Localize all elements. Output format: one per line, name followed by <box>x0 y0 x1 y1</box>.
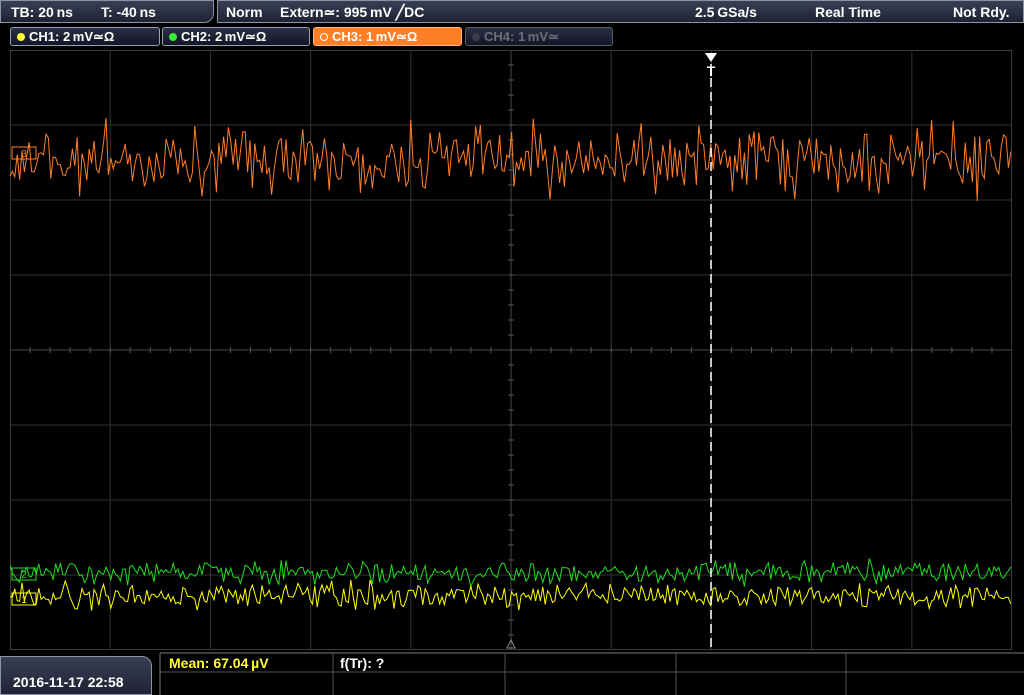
mean-measurement[interactable]: Mean: 67.04 µV <box>169 655 269 671</box>
datetime-panel: 2016-11-17 22:58 <box>0 656 152 695</box>
trigger-mode: Norm <box>226 4 263 20</box>
channel-1-button[interactable]: CH1: 2 mV≃Ω <box>10 27 160 46</box>
channel-2-button[interactable]: CH2: 2 mV≃Ω <box>162 27 310 46</box>
channel-4-dot-icon <box>472 33 480 41</box>
acquisition-state: Not Rdy. <box>953 4 1010 20</box>
status-bar: TB: 20 ns T: -40 ns Norm Extern≃: 995 mV… <box>0 0 1024 24</box>
trigger-source: Extern≃: 995 mV ╱DC <box>280 4 425 20</box>
channel-1-label: CH1: 2 mV≃Ω <box>29 29 115 44</box>
channel-4-button[interactable]: CH4: 1 mV≃ <box>465 27 613 46</box>
channel-row: CH1: 2 mV≃Ω CH2: 2 mV≃Ω CH3: 1 mV≃Ω CH4:… <box>0 25 1024 49</box>
channel-3-button[interactable]: CH3: 1 mV≃Ω <box>313 27 462 46</box>
trigger-time-value: T: -40 ns <box>101 4 156 20</box>
sample-rate: 2.5 GSa/s <box>695 4 757 20</box>
channel-2-dot-icon <box>169 33 177 41</box>
channel-3-marker-label: 3 <box>21 149 27 160</box>
channel-1-marker-label: 1 <box>21 595 27 606</box>
acquisition-mode: Real Time <box>815 4 881 20</box>
timebase-value: TB: 20 ns <box>11 4 73 20</box>
measurement-grid <box>159 652 1024 695</box>
channel-1-dot-icon <box>17 33 25 41</box>
measurement-bar: Mean: 67.04 µV f(Tr): ? <box>0 652 1024 695</box>
channel-3-dot-icon <box>320 33 328 41</box>
frequency-measurement[interactable]: f(Tr): ? <box>340 655 384 671</box>
trigger-panel[interactable]: Norm Extern≃: 995 mV ╱DC 2.5 GSa/s Real … <box>217 0 1024 23</box>
channel-3-label: CH3: 1 mV≃Ω <box>332 29 418 44</box>
waveform-display[interactable]: T 3 2 1 <box>10 50 1012 650</box>
datetime-value: 2016-11-17 22:58 <box>13 674 124 690</box>
trigger-marker-label: T <box>707 63 716 79</box>
timebase-panel[interactable]: TB: 20 ns T: -40 ns <box>0 0 214 23</box>
channel-2-label: CH2: 2 mV≃Ω <box>181 29 267 44</box>
channel-2-marker-label: 2 <box>21 570 27 581</box>
channel-4-label: CH4: 1 mV≃ <box>484 29 559 44</box>
